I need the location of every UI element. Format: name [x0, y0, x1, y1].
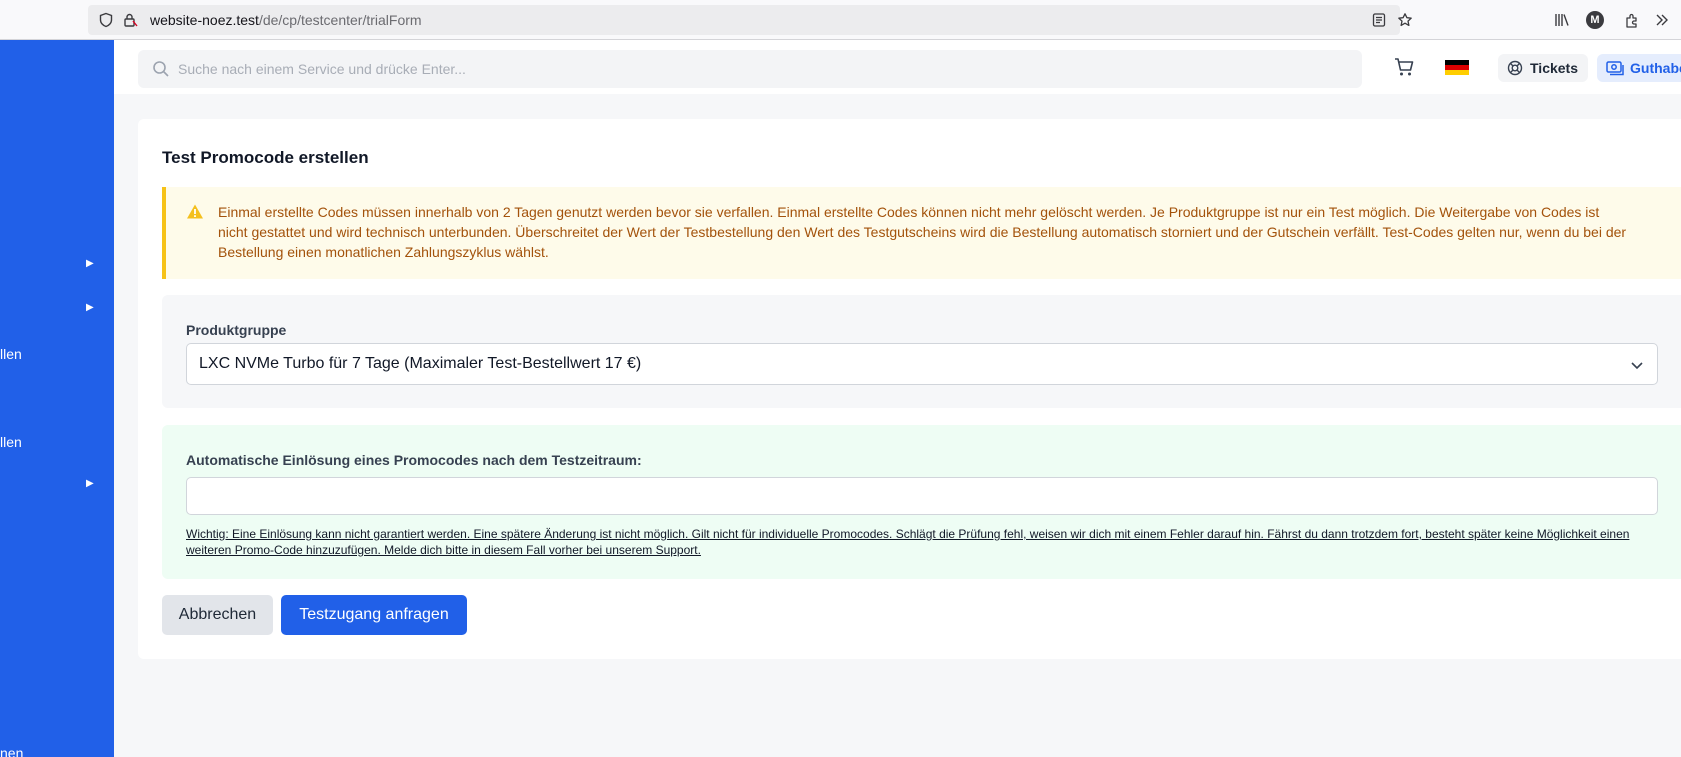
library-icon[interactable]	[1553, 11, 1571, 29]
product-group-selected-value: LXC NVMe Turbo für 7 Tage (Maximaler Tes…	[199, 355, 642, 372]
sidebar-item-label-1[interactable]: llen	[0, 346, 22, 362]
request-trial-button[interactable]: Testzugang anfragen	[281, 595, 467, 635]
tickets-label: Tickets	[1530, 60, 1578, 76]
product-group-label: Produktgruppe	[186, 322, 287, 338]
url-path: /de/cp/testcenter/trialForm	[258, 12, 422, 28]
tickets-button[interactable]: Tickets	[1498, 54, 1588, 82]
url-host: website-noez.test	[150, 12, 259, 28]
credit-button[interactable]: Guthaben	[1597, 54, 1681, 82]
browser-toolbar: website-noez.test/de/cp/testcenter/trial…	[0, 0, 1681, 40]
money-icon	[1606, 61, 1624, 76]
url-bar[interactable]: website-noez.test/de/cp/testcenter/trial…	[88, 5, 1412, 35]
top-bar: Tickets Guthaben	[114, 40, 1681, 94]
promo-section: Automatische Einlösung eines Promocodes …	[162, 425, 1681, 579]
search-input[interactable]	[178, 50, 1348, 88]
promo-note: Wichtig: Eine Einlösung kann nicht garan…	[186, 527, 1630, 557]
sidebar-expand-arrow-1[interactable]: ▶	[86, 258, 94, 269]
page-title: Test Promocode erstellen	[162, 148, 369, 167]
sidebar-item-label-2[interactable]: llen	[0, 434, 22, 450]
product-group-select[interactable]: LXC NVMe Turbo für 7 Tage (Maximaler Tes…	[186, 343, 1658, 385]
overflow-menu-icon[interactable]	[1653, 11, 1671, 29]
reader-view-icon[interactable]	[1371, 12, 1387, 28]
warning-icon	[187, 204, 203, 219]
url-text[interactable]: website-noez.test/de/cp/testcenter/trial…	[150, 12, 422, 28]
promo-label: Automatische Einlösung eines Promocodes …	[186, 452, 642, 468]
product-group-section: Produktgruppe LXC NVMe Turbo für 7 Tage …	[162, 295, 1681, 408]
trial-form-card: Test Promocode erstellen Einmal erstellt…	[138, 119, 1681, 659]
sidebar-item-label-3[interactable]: nen	[0, 745, 23, 757]
promo-code-input[interactable]	[186, 477, 1658, 515]
lock-warning-icon[interactable]	[122, 12, 138, 28]
cart-icon[interactable]	[1393, 56, 1415, 78]
warning-text: Einmal erstellte Codes müssen innerhalb …	[218, 204, 1627, 260]
credit-label: Guthaben	[1630, 60, 1681, 76]
cancel-button[interactable]: Abbrechen	[162, 595, 273, 635]
sidebar-expand-arrow-3[interactable]: ▶	[86, 478, 94, 489]
lifebuoy-icon	[1507, 60, 1523, 76]
search-icon	[153, 61, 169, 77]
shield-icon[interactable]	[98, 12, 114, 28]
profile-avatar[interactable]: M	[1586, 11, 1604, 29]
german-flag-icon[interactable]	[1445, 60, 1469, 75]
extensions-icon[interactable]	[1623, 11, 1641, 29]
sidebar-expand-arrow-2[interactable]: ▶	[86, 302, 94, 313]
search-box	[138, 50, 1362, 88]
chevron-down-icon	[1631, 362, 1643, 370]
warning-alert: Einmal erstellte Codes müssen innerhalb …	[162, 187, 1681, 279]
bookmark-star-icon[interactable]	[1397, 12, 1413, 28]
sidebar: ▶ ▶ llen llen ▶ nen	[0, 40, 114, 757]
